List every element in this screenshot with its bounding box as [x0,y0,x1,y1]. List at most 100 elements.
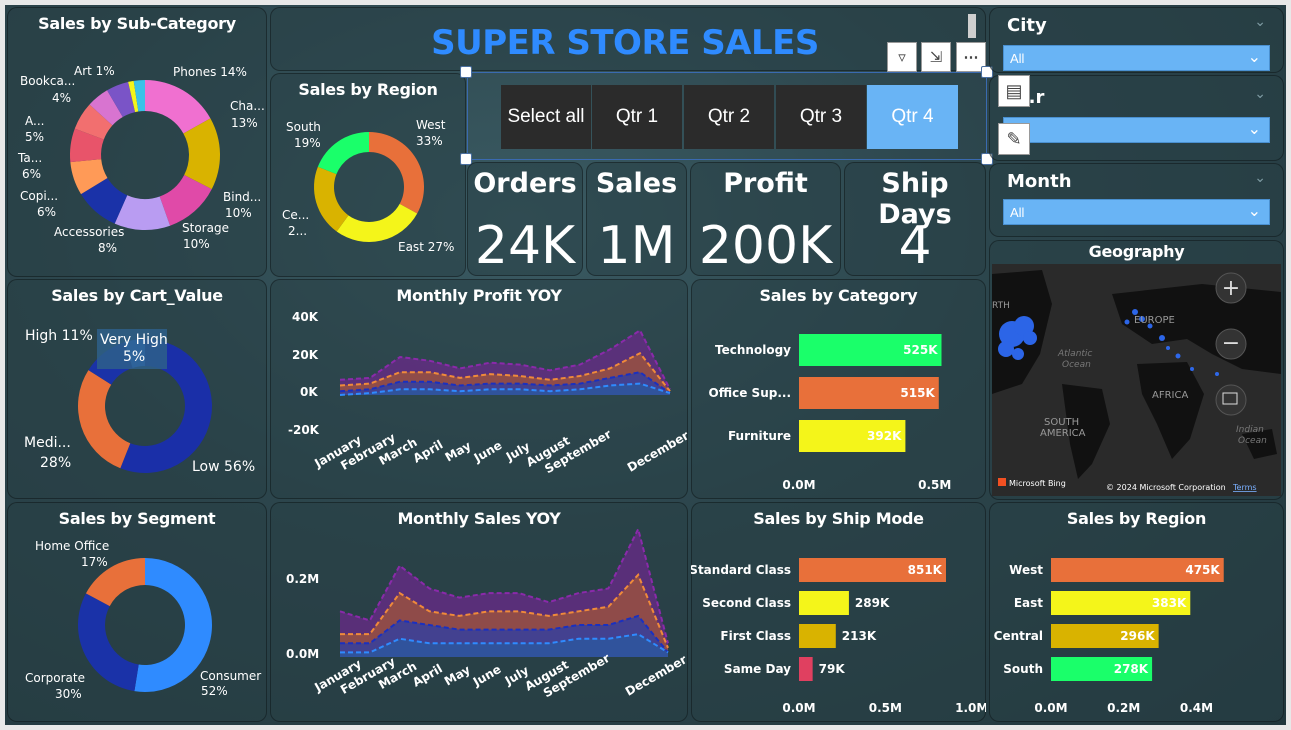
map-copyright: © 2024 Microsoft Corporation [1106,483,1226,492]
label-central-pct: 2... [288,224,307,238]
category-label: West [1009,563,1043,577]
ship-mode-chart[interactable]: Standard Class 851K Second Class 289K First … [691,502,986,722]
region-donut[interactable]: West 33% East 27% Ce... 2... South 19% [270,73,466,277]
x-tick-label: 0.4M [1180,701,1213,715]
map-label-atlantic-ocean: Ocean [1062,360,1091,370]
label-corporate-pct: 30% [55,687,82,701]
category-label: Same Day [724,662,791,676]
filter-icon[interactable]: ▿ [887,42,917,72]
label-medium-pct: 28% [40,455,71,471]
slice-east [336,203,418,242]
zoom-out-icon[interactable]: − [1215,328,1247,360]
map-label-south-america-1: SOUTH [1044,417,1079,428]
kpi-profit-label: Profit [723,168,808,199]
label-high: High 11% [25,328,93,344]
category-chart[interactable]: Technology 525K Office Sup... 515K Furniture… [691,279,986,499]
y-tick-0.2m: 0.2M [286,572,319,586]
x-tick-label: 0.5M [869,701,902,715]
select-area-icon[interactable] [1215,384,1247,416]
monthly-profit-chart[interactable]: 40K 20K 0K -20K JanuaryFebruaryMarchApri… [270,279,688,499]
cart-value-tile[interactable]: Sales by Cart_Value High 11% Very High 5… [7,279,267,499]
month-dropdown[interactable]: All ⌄ [1003,199,1270,225]
label-storage-name: Storage [182,221,229,235]
scrollbar-thumb[interactable] [968,14,976,38]
monthly-sales-chart[interactable]: 0.2M 0.0M JanuaryFebruaryMarchAprilMayJu… [270,502,688,722]
quarter-button-select-all[interactable]: Select all [501,85,591,149]
category-label: Central [994,629,1043,643]
label-tables-pct: 6% [22,167,41,181]
region-bars-tile[interactable]: Sales by Region West 475K East 383K Central 2… [989,502,1284,722]
label-a-name: A... [25,114,44,128]
category-tile[interactable]: Sales by Category Technology 525K Office S… [691,279,986,499]
chevron-down-icon[interactable]: ⌄ [1254,85,1266,102]
city-dropdown[interactable]: All ⌄ [1003,45,1270,71]
value-label: 515K [900,386,935,400]
label-medium-name: Medi... [24,435,71,451]
category-label: Furniture [728,429,791,443]
format-visual-icon[interactable]: ✎ [998,123,1030,155]
kpi-ship-days: Ship Days 4 [844,162,986,276]
category-label: First Class [720,629,791,643]
label-binders-pct: 10% [225,206,252,220]
region-bars-chart[interactable]: West 475K East 383K Central 296K South 278K 0.0M… [989,502,1284,722]
quarter-button-qtr2[interactable]: Qtr 2 [684,85,774,149]
category-label: South [1003,662,1043,676]
month-slicer[interactable]: Month ⌄ All ⌄ [989,163,1284,237]
segment-tile[interactable]: Sales by Segment Home Office 17% Corpora… [7,502,267,722]
build-visual-icon[interactable]: ▤ [998,75,1030,107]
city-slicer[interactable]: City ⌄ All ⌄ [989,7,1284,73]
ship-mode-tile[interactable]: Sales by Ship Mode Standard Class 851K Sec… [691,502,986,722]
resize-handle-tl[interactable] [460,66,472,78]
kpi-profit-value: 200K [698,216,833,276]
kpi-ship-days-value: 4 [898,216,932,276]
label-phones: Phones 14% [173,65,247,79]
monthly-sales-tile[interactable]: Monthly Sales YOY 0.2M 0.0M January Febru… [270,502,688,722]
label-low: Low 56% [192,459,255,475]
label-accessories-name: Accessories [54,225,124,239]
sub-category-tile[interactable]: Sales by Sub-Category Phones 14% Cha... … [7,7,267,277]
slice-south [317,132,369,175]
label-south-name: South [286,120,321,134]
kpi-sales-label: Sales [595,168,678,199]
map-label-south-america-2: AMERICA [1040,428,1086,439]
slice-corporate [78,593,139,692]
value-label: 851K [908,563,943,577]
x-tick-label: 0.2M [1107,701,1140,715]
y-tick-40k: 40K [292,310,319,324]
kpi-sales-value: 1M [597,216,676,276]
y-tick-0.0m: 0.0M [286,647,319,661]
geography-tile[interactable]: Geography RTH Atlantic Ocean EUROPE SOUT… [989,240,1284,500]
month-slicer-label: Month [1007,171,1072,192]
geography-map[interactable]: RTH Atlantic Ocean EUROPE SOUTH AMERICA … [992,264,1281,496]
label-tables-name: Ta... [17,151,42,165]
value-label: 289K [855,596,890,610]
map-label-africa: AFRICA [1152,390,1188,401]
label-very-high-pct: 5% [123,349,145,365]
value-label: 278K [1114,662,1149,676]
label-south-pct: 19% [294,136,321,150]
category-label: East [1014,596,1043,610]
quarter-button-qtr4[interactable]: Qtr 4 [867,85,958,149]
monthly-profit-tile[interactable]: Monthly Profit YOY 40K 20K 0K -20K Janua… [270,279,688,499]
year-dropdown[interactable]: ⌄ [1003,117,1270,143]
year-slicer[interactable]: ...r ⌄ ⌄ [989,75,1284,161]
chevron-down-icon[interactable]: ⌄ [1254,169,1266,186]
value-label: 383K [1152,596,1187,610]
segment-donut[interactable]: Home Office 17% Corporate 30% Consumer 5… [7,502,267,722]
category-label: Technology [715,343,791,357]
month-label: June [470,662,504,689]
chevron-down-icon[interactable]: ⌄ [1254,13,1266,30]
quarter-button-qtr1[interactable]: Qtr 1 [592,85,682,149]
sub-category-donut[interactable]: Phones 14% Cha... 13% Bind... 10% Storag… [7,7,267,277]
cart-value-donut[interactable]: High 11% Very High 5% Medi... 28% Low 56… [7,279,267,499]
bar-first-class [799,624,836,648]
focus-mode-icon[interactable]: ⇲ [921,42,951,72]
quarter-button-qtr3[interactable]: Qtr 3 [776,85,866,149]
label-west-name: West [416,118,446,132]
label-copiers-name: Copi... [20,189,58,203]
dropdown-arrow-icon: ⌄ [1247,49,1261,66]
region-donut-tile[interactable]: Sales by Region West 33% East 27% Ce... … [270,73,466,277]
zoom-in-icon[interactable]: + [1215,272,1247,304]
map-label-europe: EUROPE [1134,315,1175,326]
value-label: 525K [903,343,938,357]
